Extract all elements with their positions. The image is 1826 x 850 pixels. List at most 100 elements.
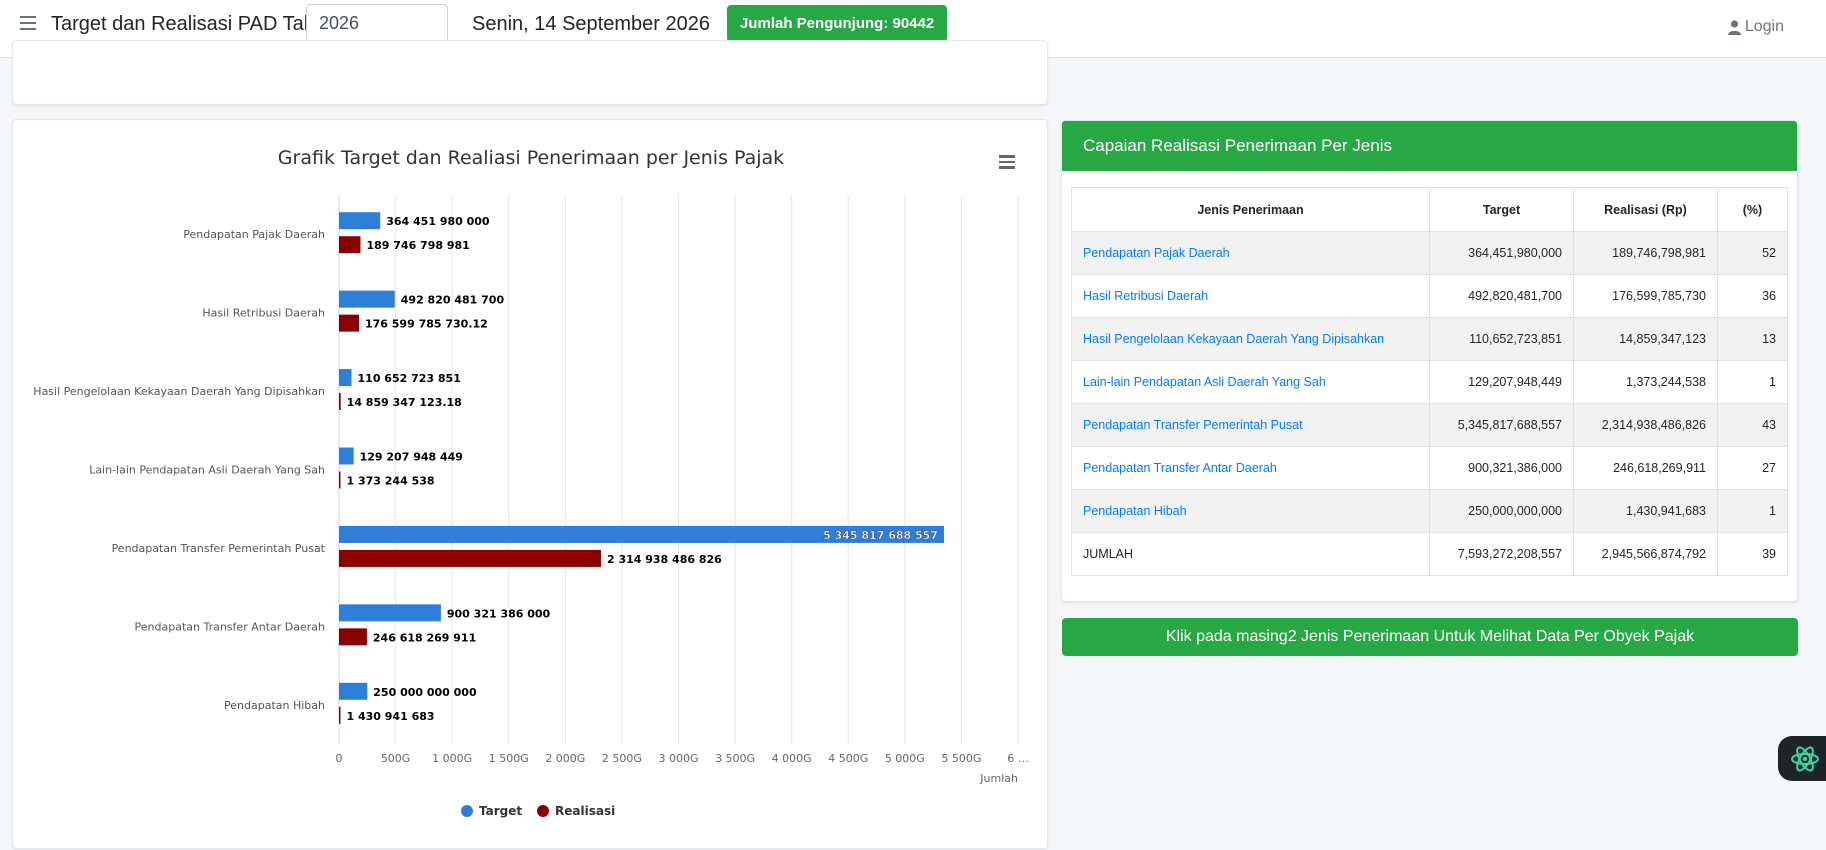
revenue-type-link[interactable]: Pendapatan Transfer Pemerintah Pusat	[1083, 418, 1303, 432]
x-axis-tick-label: 3 000G	[658, 752, 698, 765]
achievement-table: Jenis Penerimaan Target Realisasi (Rp) (…	[1071, 187, 1788, 576]
table-row: Pendapatan Transfer Antar Daerah 900,321…	[1071, 446, 1788, 490]
category-label: Pendapatan Transfer Antar Daerah	[135, 620, 325, 633]
target-cell: 110,652,723,851	[1429, 317, 1574, 361]
x-axis-tick-label: 2 000G	[545, 752, 585, 765]
category-label: Pendapatan Transfer Pemerintah Pusat	[112, 542, 326, 555]
table-row: Hasil Retribusi Daerah 492,820,481,700 1…	[1071, 274, 1788, 318]
realisasi-bar	[339, 549, 601, 567]
legend-marker[interactable]	[461, 805, 473, 817]
year-input[interactable]	[306, 4, 448, 42]
x-axis-tick-label: 5 500G	[941, 752, 981, 765]
percent-cell: 52	[1717, 231, 1788, 275]
category-label: Hasil Retribusi Daerah	[202, 307, 325, 320]
x-axis-tick-label: 5 000G	[885, 752, 925, 765]
x-axis-tick-label: 1 500G	[489, 752, 529, 765]
x-axis-tick-label: 4 000G	[772, 752, 812, 765]
target-bar	[339, 290, 395, 308]
realisasi-cell: 246,618,269,911	[1573, 446, 1718, 490]
x-axis-tick-label: 1 000G	[432, 752, 472, 765]
percent-cell: 13	[1717, 317, 1788, 361]
realisasi-bar	[339, 471, 341, 489]
table-row: Pendapatan Pajak Daerah 364,451,980,000 …	[1071, 231, 1788, 275]
legend-marker[interactable]	[537, 805, 549, 817]
realisasi-bar	[339, 393, 341, 411]
revenue-type-link[interactable]: Pendapatan Pajak Daerah	[1083, 246, 1230, 260]
data-label: 129 207 948 449	[360, 451, 463, 464]
legend-item-label[interactable]: Realisasi	[555, 804, 615, 818]
target-bar	[339, 212, 381, 230]
column-header-target: Target	[1429, 187, 1574, 232]
revenue-type-link[interactable]: Pendapatan Transfer Antar Daerah	[1083, 461, 1277, 475]
data-label: 5 345 817 688 557	[823, 529, 938, 542]
data-label: 1 430 941 683	[347, 710, 435, 723]
x-axis-tick-label: 500G	[381, 752, 411, 765]
column-header-realisasi: Realisasi (Rp)	[1573, 187, 1718, 232]
x-axis-tick-label: 6 …	[1007, 752, 1029, 765]
revenue-type-link[interactable]: Lain-lain Pendapatan Asli Daerah Yang Sa…	[1083, 375, 1326, 389]
target-bar	[339, 369, 352, 387]
data-label: 250 000 000 000	[373, 686, 477, 699]
total-percent-cell: 39	[1717, 532, 1788, 576]
category-label: Pendapatan Pajak Daerah	[183, 228, 325, 241]
percent-cell: 36	[1717, 274, 1788, 318]
legend-item-label[interactable]: Target	[479, 804, 522, 818]
data-label: 246 618 269 911	[373, 631, 476, 644]
x-axis-tick-label: 3 500G	[715, 752, 755, 765]
total-label: JUMLAH	[1071, 532, 1430, 576]
target-cell: 5,345,817,688,557	[1429, 403, 1574, 447]
revenue-type-link[interactable]: Hasil Retribusi Daerah	[1083, 289, 1208, 303]
target-bar	[339, 604, 441, 622]
table-total-row: JUMLAH 7,593,272,208,557 2,945,566,874,7…	[1071, 532, 1788, 576]
realisasi-cell: 176,599,785,730	[1573, 274, 1718, 318]
revenue-type-link[interactable]: Pendapatan Hibah	[1083, 504, 1187, 518]
table-row: Pendapatan Hibah 250,000,000,000 1,430,9…	[1071, 489, 1788, 533]
data-label: 900 321 386 000	[447, 607, 551, 620]
chart-card: Grafik Target dan Realiasi Penerimaan pe…	[12, 119, 1048, 849]
percent-cell: 1	[1717, 489, 1788, 533]
table-row: Pendapatan Transfer Pemerintah Pusat 5,3…	[1071, 403, 1788, 447]
realisasi-cell: 189,746,798,981	[1573, 231, 1718, 275]
realisasi-cell: 1,430,941,683	[1573, 489, 1718, 533]
view-tax-object-button[interactable]: Klik pada masing2 Jenis Penerimaan Untuk…	[1062, 618, 1798, 656]
realisasi-cell: 2,314,938,486,826	[1573, 403, 1718, 447]
revenue-type-link[interactable]: Hasil Pengelolaan Kekayaan Daerah Yang D…	[1083, 332, 1384, 346]
x-axis-tick-label: 0	[336, 752, 343, 765]
realisasi-bar	[339, 628, 367, 646]
visitor-count-badge: Jumlah Pengunjung: 90442	[727, 5, 948, 42]
x-axis-tick-label: 2 500G	[602, 752, 642, 765]
realisasi-bar	[339, 236, 361, 254]
table-row: Hasil Pengelolaan Kekayaan Daerah Yang D…	[1071, 317, 1788, 361]
hamburger-menu-icon[interactable]	[20, 16, 36, 30]
total-target-cell: 7,593,272,208,557	[1429, 532, 1574, 576]
target-cell: 364,451,980,000	[1429, 231, 1574, 275]
target-bar	[339, 447, 354, 465]
category-label: Lain-lain Pendapatan Asli Daerah Yang Sa…	[89, 464, 325, 477]
data-label: 176 599 785 730.12	[365, 318, 488, 331]
table-card-title: Capaian Realisasi Penerimaan Per Jenis	[1062, 121, 1797, 171]
data-label: 14 859 347 123.18	[347, 396, 462, 409]
realisasi-bar	[339, 706, 341, 724]
target-cell: 900,321,386,000	[1429, 446, 1574, 490]
x-axis-title: Jumlah	[979, 772, 1018, 785]
target-cell: 250,000,000,000	[1429, 489, 1574, 533]
bar-chart: 0 500G 1 000G 1 500G 2 000G 2 500G 3 000G 3 500…	[33, 195, 1029, 818]
page-title: Target dan Realisasi PAD Tahun	[51, 13, 338, 35]
login-label: Login	[1744, 18, 1784, 35]
percent-cell: 43	[1717, 403, 1788, 447]
realisasi-cell: 14,859,347,123	[1573, 317, 1718, 361]
data-label: 364 451 980 000	[386, 215, 490, 228]
data-label: 110 652 723 851	[358, 372, 461, 385]
summary-card	[12, 40, 1048, 105]
realisasi-bar	[339, 314, 359, 332]
login-link[interactable]: Login	[1727, 18, 1784, 36]
category-label: Hasil Pengelolaan Kekayaan Daerah Yang D…	[33, 385, 325, 398]
user-icon	[1727, 19, 1741, 35]
percent-cell: 1	[1717, 360, 1788, 404]
data-label: 189 746 798 981	[366, 239, 469, 252]
realisasi-cell: 1,373,244,538	[1573, 360, 1718, 404]
target-cell: 492,820,481,700	[1429, 274, 1574, 318]
x-axis-tick-label: 4 500G	[828, 752, 868, 765]
target-bar	[339, 682, 368, 700]
assistant-fab[interactable]	[1778, 736, 1826, 781]
